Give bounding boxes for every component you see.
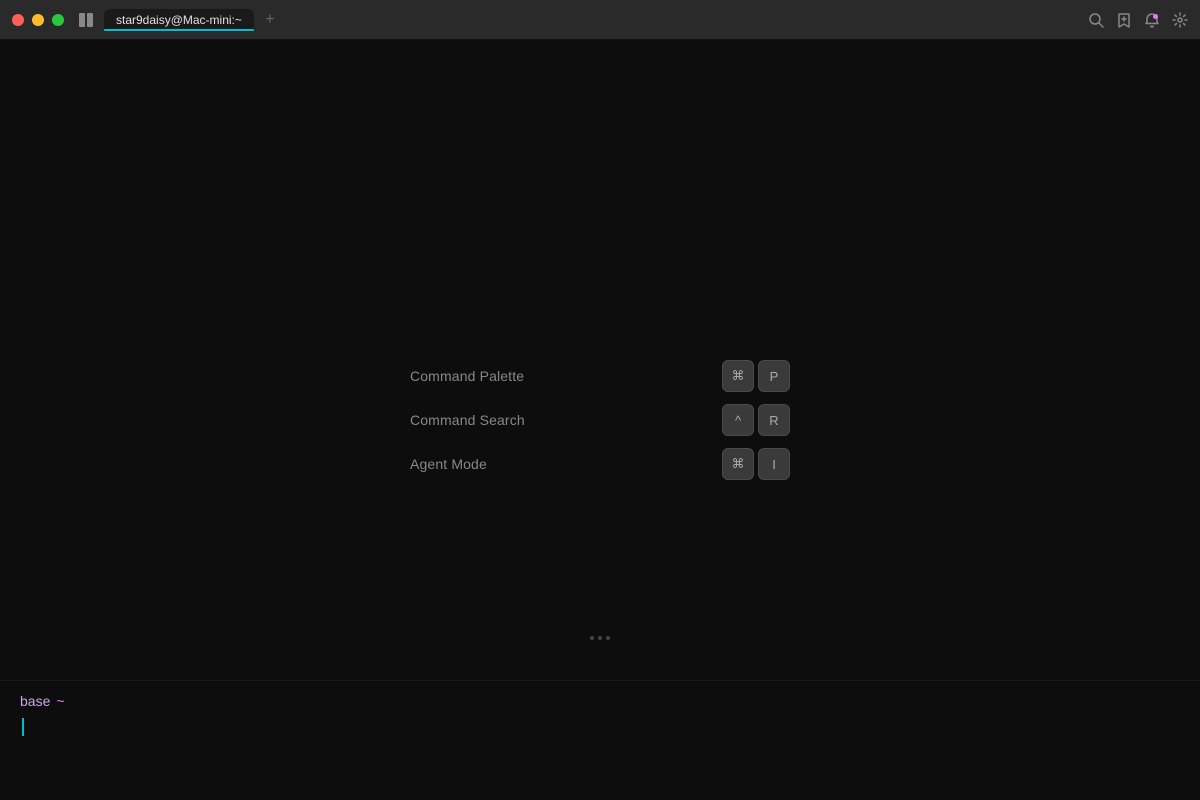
- agent-mode-label: Agent Mode: [410, 456, 487, 472]
- traffic-lights: [12, 14, 64, 26]
- command-palette-item[interactable]: Command Palette ⌘ P: [410, 356, 790, 396]
- active-tab[interactable]: star9daisy@Mac-mini:~: [104, 9, 254, 31]
- tab-title: star9daisy@Mac-mini:~: [116, 13, 242, 27]
- new-tab-button[interactable]: +: [258, 8, 282, 32]
- command-palette-label: Command Palette: [410, 368, 524, 384]
- cursor-line[interactable]: [20, 717, 1180, 737]
- key-r: R: [758, 404, 790, 436]
- maximize-button[interactable]: [52, 14, 64, 26]
- agent-mode-item[interactable]: Agent Mode ⌘ I: [410, 444, 790, 484]
- command-search-label: Command Search: [410, 412, 525, 428]
- titlebar-actions: [1088, 12, 1188, 28]
- close-button[interactable]: [12, 14, 24, 26]
- dot-1: [590, 636, 594, 640]
- tab-underline: [104, 29, 254, 31]
- bookmark-icon[interactable]: [1116, 12, 1132, 28]
- prompt-base: base: [20, 693, 50, 709]
- key-ctrl: ^: [722, 404, 754, 436]
- key-i: I: [758, 448, 790, 480]
- settings-icon[interactable]: [1172, 12, 1188, 28]
- tab-area: star9daisy@Mac-mini:~ +: [104, 8, 1088, 32]
- terminal-bottom: base ~: [0, 680, 1200, 800]
- prompt-tilde: ~: [56, 693, 64, 709]
- key-cmd-2: ⌘: [722, 448, 754, 480]
- minimize-button[interactable]: [32, 14, 44, 26]
- titlebar: star9daisy@Mac-mini:~ +: [0, 0, 1200, 40]
- dot-2: [598, 636, 602, 640]
- tab-split-icon: [76, 10, 96, 30]
- key-cmd: ⌘: [722, 360, 754, 392]
- search-icon[interactable]: [1088, 12, 1104, 28]
- terminal-content: Command Palette ⌘ P Command Search ^ R A…: [0, 40, 1200, 800]
- command-menu: Command Palette ⌘ P Command Search ^ R A…: [410, 356, 790, 484]
- bell-icon[interactable]: [1144, 12, 1160, 28]
- command-search-shortcut: ^ R: [722, 404, 790, 436]
- command-palette-shortcut: ⌘ P: [722, 360, 790, 392]
- key-p: P: [758, 360, 790, 392]
- status-dots: [590, 636, 610, 640]
- command-search-item[interactable]: Command Search ^ R: [410, 400, 790, 440]
- dot-3: [606, 636, 610, 640]
- agent-mode-shortcut: ⌘ I: [722, 448, 790, 480]
- terminal-main: Command Palette ⌘ P Command Search ^ R A…: [0, 40, 1200, 800]
- prompt-line: base ~: [20, 693, 1180, 709]
- terminal-cursor: [22, 718, 24, 736]
